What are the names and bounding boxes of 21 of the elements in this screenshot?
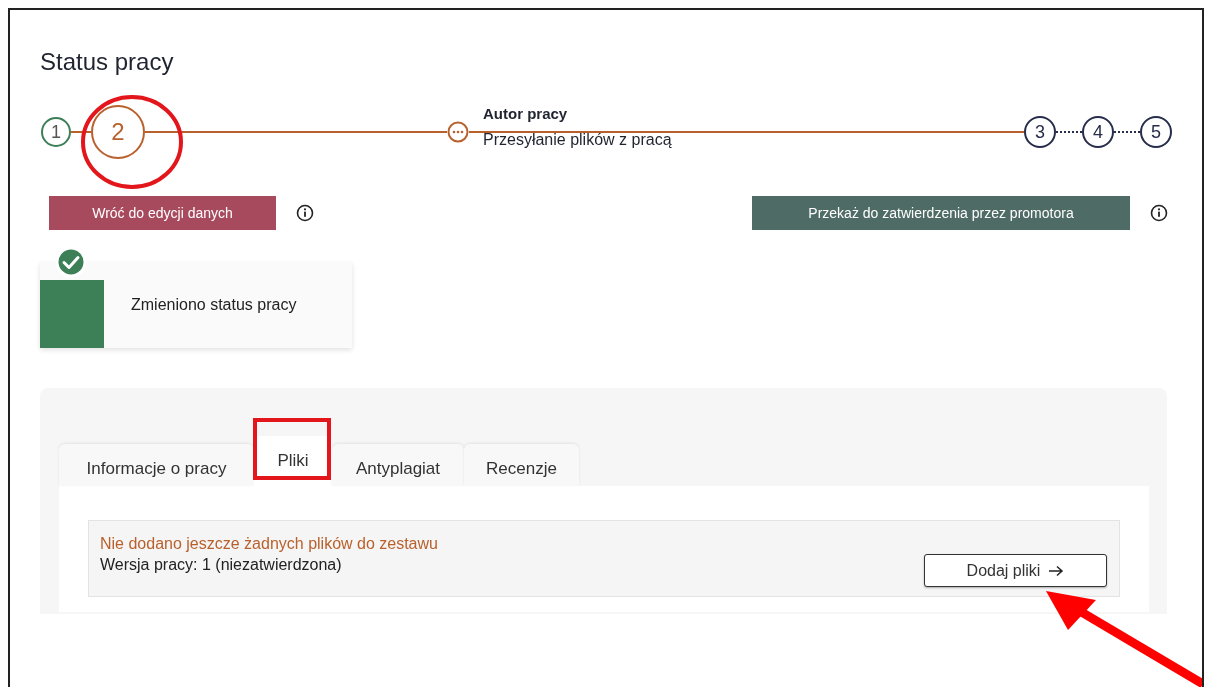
page-title: Status pracy: [40, 48, 175, 76]
version-text: Wersja pracy: 1 (niezatwierdzona): [100, 555, 343, 574]
warning-text: Nie dodano jeszcze żadnych plików do zestawu: [100, 534, 438, 553]
step-circle: 3: [1024, 116, 1056, 148]
step-role: Autor pracy: [483, 105, 569, 122]
action-button[interactable]: Wróć do edycji danych: [49, 196, 276, 230]
step-circle: 2: [91, 105, 145, 159]
step-circle: 5: [1140, 116, 1172, 148]
info-icon[interactable]: [296, 204, 314, 222]
step-task: Przesyłanie plików z pracą: [483, 131, 672, 149]
info-icon[interactable]: [1150, 204, 1168, 222]
tab[interactable]: Recenzje: [464, 444, 579, 486]
step-circle: 1: [41, 117, 71, 147]
add-files-button[interactable]: Dodaj pliki: [924, 554, 1107, 587]
toast-message: Zmieniono status pracy: [131, 296, 297, 314]
arrow-icon: [1048, 564, 1065, 577]
action-button[interactable]: Przekaż do zatwierdzenia przez promotora: [752, 196, 1130, 230]
tab[interactable]: Informacje o pracy: [59, 444, 254, 486]
tab[interactable]: Antyplagiat: [332, 444, 464, 486]
toast-stripe: [40, 280, 104, 348]
step-circle: 4: [1082, 116, 1114, 148]
